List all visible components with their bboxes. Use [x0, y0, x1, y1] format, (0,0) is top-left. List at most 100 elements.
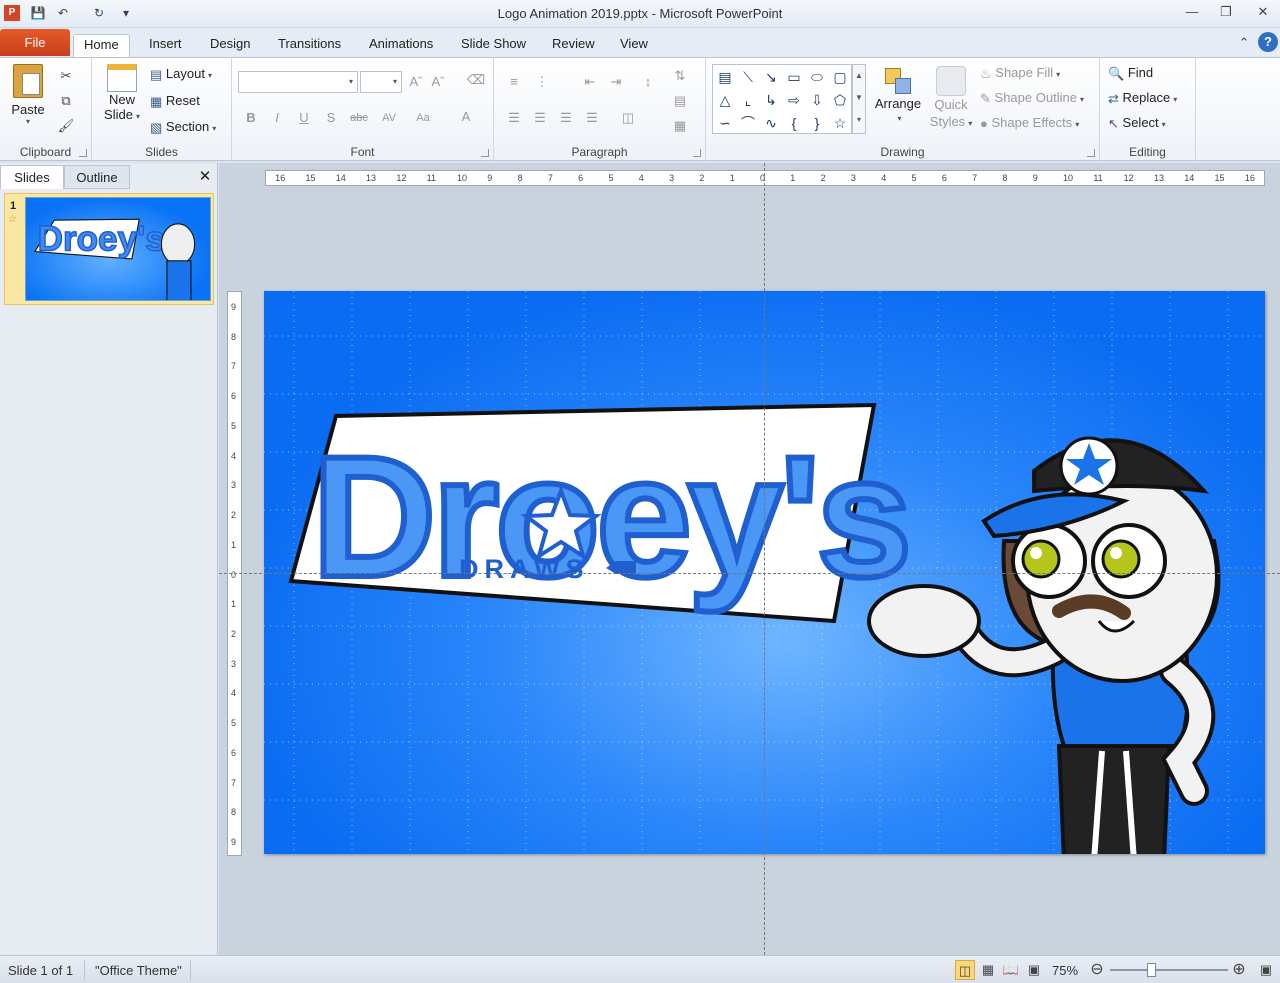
slide-sorter-view-icon[interactable]: ▦	[978, 960, 998, 980]
vertical-guide[interactable]	[764, 163, 765, 955]
rectangle-shape-icon[interactable]: ▭	[783, 66, 805, 88]
horizontal-ruler[interactable]: 16 15 14 13 12 11 10 9 8 7 6 5 4 3 2 1 0 1 2 3 4 5 6 7 8 9 10 11 12 1…	[265, 170, 1265, 186]
font-size-combo[interactable]: ▾	[360, 71, 402, 93]
tab-animations[interactable]: Animations	[359, 34, 443, 57]
numbering-icon[interactable]: ⋮	[532, 72, 552, 92]
shrink-font-icon[interactable]: Aˇ	[428, 72, 448, 92]
minimize-button[interactable]: —	[1177, 2, 1207, 22]
strikethrough-button[interactable]: abc	[346, 108, 372, 128]
oval-shape-icon[interactable]: ⬭	[806, 66, 828, 88]
arrow-line-shape-icon[interactable]: ↘	[760, 66, 782, 88]
drawing-launcher-icon[interactable]	[1087, 149, 1095, 157]
text-box-shape-icon[interactable]: ▤	[714, 66, 736, 88]
normal-view-icon[interactable]: ◫	[955, 960, 975, 980]
zoom-slider-thumb[interactable]	[1147, 963, 1156, 977]
bold-button[interactable]: B	[241, 108, 261, 128]
font-launcher-icon[interactable]	[481, 149, 489, 157]
tab-slides-pane[interactable]: Slides	[0, 165, 64, 189]
left-brace-shape-icon[interactable]: {	[783, 112, 805, 134]
triangle-shape-icon[interactable]: △	[714, 89, 736, 111]
copy-icon[interactable]: ⧉	[56, 91, 76, 111]
format-painter-icon[interactable]: 🖌	[56, 116, 76, 136]
align-right-icon[interactable]: ☰	[556, 108, 576, 128]
cut-icon[interactable]: ✂	[56, 66, 76, 86]
font-name-combo[interactable]: ▾	[238, 71, 358, 93]
font-name-dropdown-icon[interactable]: ▾	[349, 77, 353, 86]
find-button[interactable]: 🔍 Find	[1108, 65, 1153, 82]
bullets-icon[interactable]: ≡	[504, 72, 524, 92]
underline-button[interactable]: U	[294, 108, 314, 128]
fit-to-window-icon[interactable]: ▣	[1256, 960, 1276, 980]
section-button[interactable]: ▧ Section ▾	[150, 119, 216, 136]
wave-shape-icon[interactable]: ∿	[760, 112, 782, 134]
elbow-arrow-shape-icon[interactable]: ↳	[760, 89, 782, 111]
slide-thumbnail-item[interactable]: 1 ☆ Droey's	[4, 193, 214, 305]
close-pane-icon[interactable]: ✕	[196, 165, 214, 189]
select-button[interactable]: ↖ Select ▾	[1108, 115, 1166, 132]
zoom-out-icon[interactable]: ⊖	[1087, 960, 1107, 980]
down-arrow-shape-icon[interactable]: ⇩	[806, 89, 828, 111]
decrease-indent-icon[interactable]: ⇤	[580, 72, 600, 92]
slide-thumbnail[interactable]: Droey's	[25, 197, 211, 301]
text-shadow-button[interactable]: S	[321, 108, 341, 128]
shape-outline-button[interactable]: ✎ Shape Outline ▾	[980, 90, 1084, 107]
shapes-gallery[interactable]: ▤ ⟍ ↘ ▭ ⬭ ▢ △ ⌞ ↳ ⇨ ⇩ ⬠ ∽ ⌒ ∿ { } ☆	[712, 64, 852, 134]
rounded-rectangle-shape-icon[interactable]: ▢	[829, 66, 851, 88]
tab-slide-show[interactable]: Slide Show	[451, 34, 536, 57]
new-slide-button[interactable]: New Slide ▾	[100, 64, 144, 124]
text-direction-icon[interactable]: ⇅	[670, 66, 690, 86]
align-left-icon[interactable]: ☰	[504, 108, 524, 128]
grow-font-icon[interactable]: Aˆ	[406, 72, 426, 92]
tab-view[interactable]: View	[610, 34, 658, 57]
curve-shape-icon[interactable]: ∽	[714, 112, 736, 134]
change-case-button[interactable]: Aa	[410, 108, 436, 128]
tab-outline-pane[interactable]: Outline	[64, 165, 130, 189]
zoom-slider-track[interactable]	[1110, 969, 1228, 971]
replace-button[interactable]: ⇄ Replace ▾	[1108, 90, 1177, 107]
increase-indent-icon[interactable]: ⇥	[606, 72, 626, 92]
paste-button[interactable]: Paste ▾	[8, 64, 48, 126]
clear-formatting-icon[interactable]: ⌫	[466, 70, 486, 90]
tab-review[interactable]: Review	[542, 34, 605, 57]
shapes-gallery-scroll[interactable]: ▲ ▼ ▾	[852, 64, 866, 134]
new-slide-dropdown-icon[interactable]: ▾	[136, 112, 140, 121]
layout-button[interactable]: ▤ Layout ▾	[150, 66, 212, 83]
shape-fill-button[interactable]: ♨ Shape Fill ▾	[980, 65, 1060, 82]
font-color-button[interactable]: A	[456, 107, 476, 127]
italic-button[interactable]: I	[267, 108, 287, 128]
tab-transitions[interactable]: Transitions	[268, 34, 351, 57]
align-text-icon[interactable]: ▤	[670, 91, 690, 111]
right-arrow-shape-icon[interactable]: ⇨	[783, 89, 805, 111]
tab-home[interactable]: Home	[73, 34, 130, 57]
star-shape-icon[interactable]: ☆	[829, 112, 851, 134]
reset-button[interactable]: ▦ Reset	[150, 93, 200, 110]
collapse-ribbon-icon[interactable]: ⌃	[1234, 33, 1254, 53]
tab-file[interactable]: File	[0, 29, 70, 56]
smartart-icon[interactable]: ▦	[670, 116, 690, 136]
restore-button[interactable]: ❐	[1211, 2, 1241, 22]
shape-effects-button[interactable]: ● Shape Effects ▾	[980, 115, 1079, 131]
help-icon[interactable]: ?	[1258, 32, 1278, 52]
arrange-button[interactable]: Arrange ▾	[874, 66, 922, 126]
slide-show-view-icon[interactable]: ▣	[1024, 960, 1044, 980]
tab-insert[interactable]: Insert	[139, 34, 192, 57]
right-brace-shape-icon[interactable]: }	[806, 112, 828, 134]
font-size-dropdown-icon[interactable]: ▾	[393, 77, 397, 86]
tab-design[interactable]: Design	[200, 34, 260, 57]
elbow-connector-shape-icon[interactable]: ⌞	[737, 89, 759, 111]
paragraph-launcher-icon[interactable]	[693, 149, 701, 157]
paste-dropdown-icon[interactable]: ▾	[8, 117, 48, 126]
line-shape-icon[interactable]: ⟍	[737, 66, 759, 88]
horizontal-guide[interactable]	[219, 573, 1280, 574]
character-spacing-button[interactable]: AV	[376, 108, 402, 128]
justify-icon[interactable]: ☰	[582, 108, 602, 128]
quick-styles-button[interactable]: Quick Styles ▾	[928, 66, 974, 132]
close-window-button[interactable]: ✕	[1248, 2, 1278, 22]
zoom-in-icon[interactable]: ⊕	[1229, 960, 1249, 980]
clipboard-launcher-icon[interactable]	[79, 149, 87, 157]
line-spacing-icon[interactable]: ↕	[638, 72, 658, 92]
freeform-shape-icon[interactable]: ⬠	[829, 89, 851, 111]
reading-view-icon[interactable]: 📖	[1001, 960, 1021, 980]
zoom-level[interactable]: 75%	[1052, 963, 1078, 978]
arc-shape-icon[interactable]: ⌒	[737, 112, 759, 134]
